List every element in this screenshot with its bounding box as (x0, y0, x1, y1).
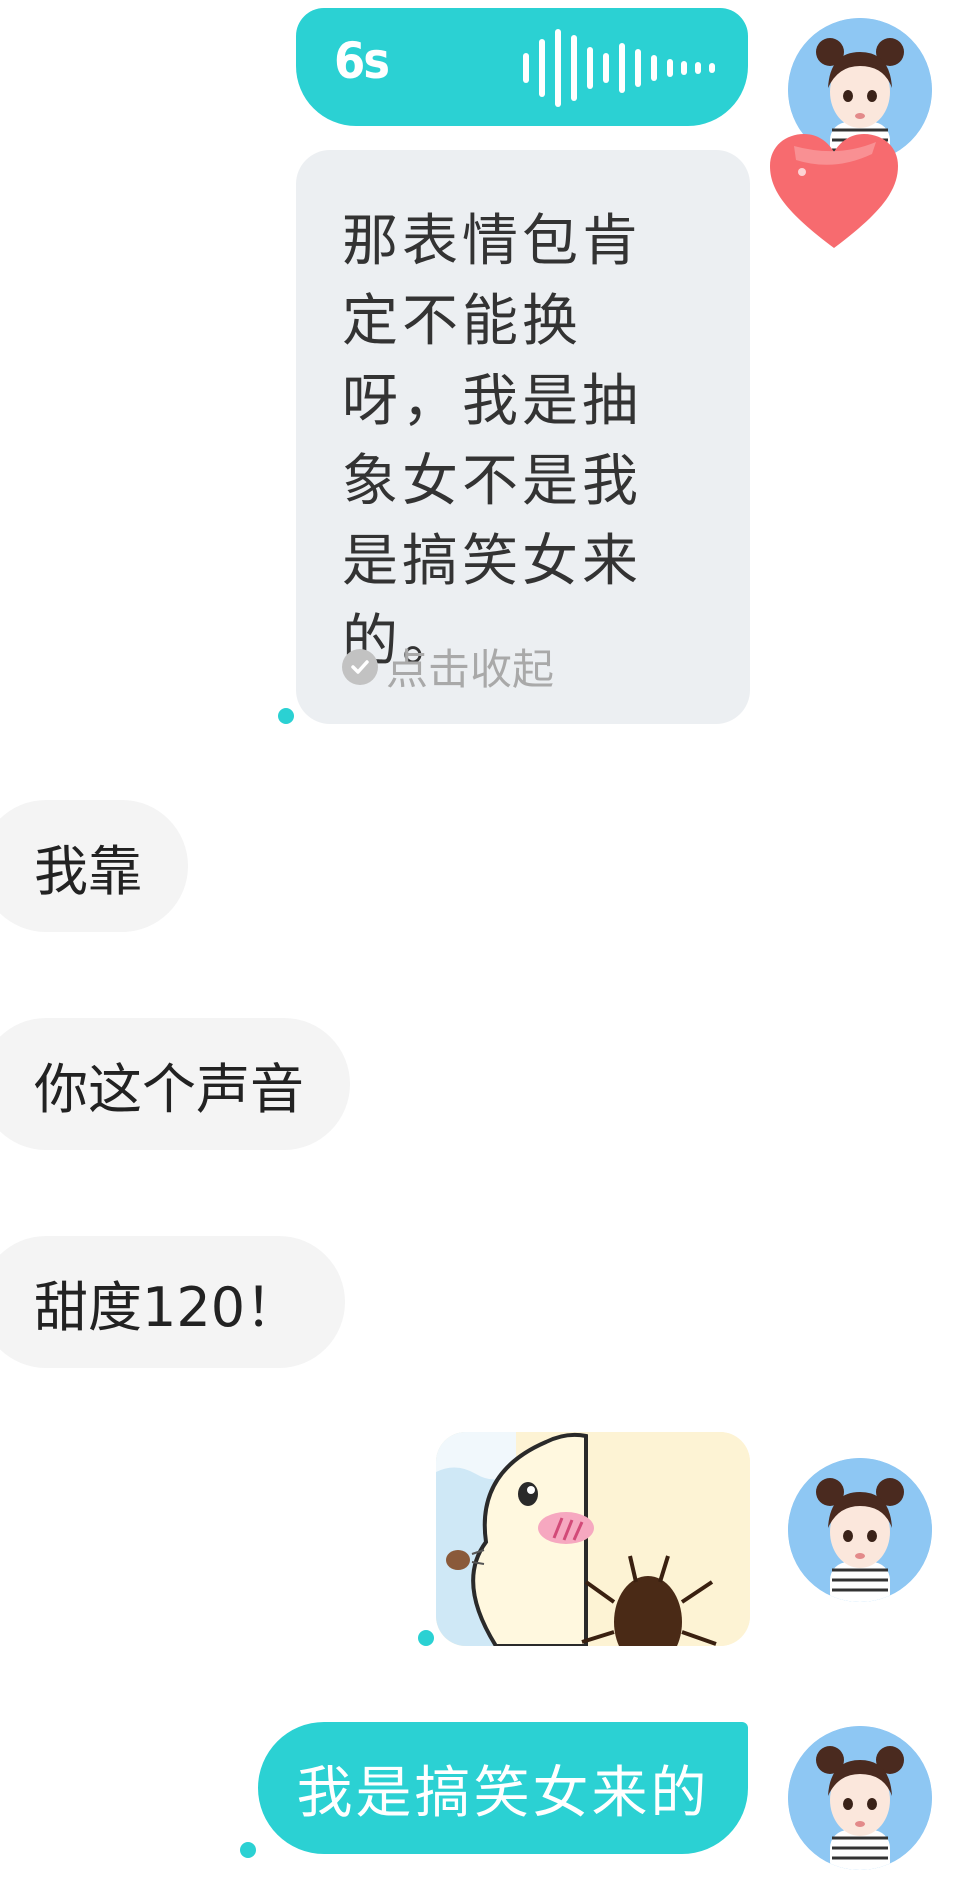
avatar[interactable] (788, 1726, 932, 1870)
outgoing-message[interactable]: 我是搞笑女来的 (258, 1722, 748, 1854)
read-indicator-dot (418, 1630, 434, 1646)
voice-message-bubble[interactable]: 6s (296, 8, 748, 126)
incoming-message[interactable]: 甜度120！ (0, 1236, 346, 1368)
collapse-label: 点击收起 (386, 645, 555, 694)
transcript-text: 那表情包肯定不能换呀，我是抽象女不是我是搞笑女来的。 (342, 209, 642, 674)
voice-duration: 6s (334, 32, 390, 90)
incoming-message[interactable]: 你这个声音 (0, 1018, 350, 1150)
avatar[interactable] (788, 1458, 932, 1602)
voice-waveform-icon (523, 29, 715, 107)
sticker-image (436, 1432, 750, 1646)
avatar-girl-icon (788, 1458, 932, 1602)
avatar-girl-icon (788, 1726, 932, 1870)
incoming-message[interactable]: 我靠 (0, 800, 188, 932)
check-circle-icon (342, 648, 378, 685)
read-indicator-dot (240, 1842, 256, 1858)
sticker-image-message[interactable] (436, 1432, 750, 1646)
collapse-transcript-button[interactable]: 点击收起 (342, 636, 554, 697)
voice-transcript-bubble: 那表情包肯定不能换呀，我是抽象女不是我是搞笑女来的。 点击收起 (296, 150, 750, 724)
read-indicator-dot (278, 708, 294, 724)
heart-icon (766, 132, 902, 256)
